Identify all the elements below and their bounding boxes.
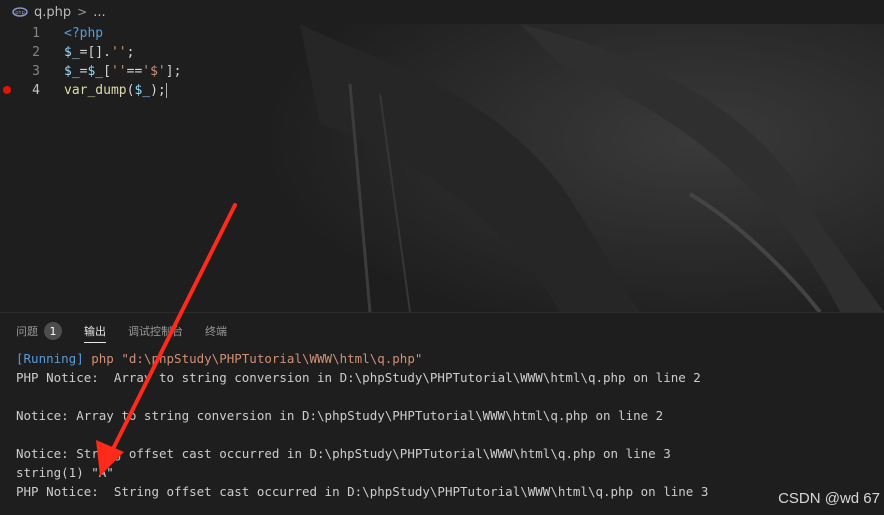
line-number-active: 4: [32, 83, 40, 98]
token-function: var_dump: [64, 83, 127, 98]
watermark: CSDN @wd 67: [778, 490, 880, 507]
token-var: $_: [64, 45, 80, 60]
output-line-running: [Running] php "d:\phpStudy\PHPTutorial\W…: [16, 349, 708, 368]
token-string: '$': [142, 64, 166, 79]
tab-label: 调试控制台: [128, 325, 183, 338]
tab-problems[interactable]: 问题 1: [16, 313, 62, 349]
svg-text:php: php: [15, 10, 25, 16]
token-var: $_: [134, 83, 151, 98]
output-panel: 问题 1 输出 调试控制台 终端 [Running] php "d:\phpSt…: [0, 312, 884, 515]
line-gutter[interactable]: 1 2 3 4: [0, 24, 58, 312]
code-line: $_=[].'';: [64, 43, 181, 62]
tab-label: 终端: [205, 325, 227, 338]
tab-label: 输出: [84, 325, 106, 338]
token-var: $_: [87, 64, 104, 79]
code-editor[interactable]: 1 2 3 4 <?php $_=[].''; $_=$_[''=='$']; …: [0, 24, 884, 312]
code-line-active: var_dump($_);: [64, 81, 181, 100]
editor-background-image: [260, 24, 884, 312]
tab-label: 问题: [16, 325, 38, 338]
output-line: Notice: String offset cast occurred in D…: [16, 446, 671, 461]
tab-terminal[interactable]: 终端: [205, 313, 227, 349]
tab-output[interactable]: 输出: [84, 313, 106, 349]
php-file-icon: php: [12, 7, 28, 17]
line-number: 1: [32, 26, 40, 41]
text-cursor: [165, 83, 167, 98]
token-op: );: [150, 83, 166, 98]
output-line: PHP Notice: Array to string conversion i…: [16, 370, 701, 385]
output-line: PHP Notice: String offset cast occurred …: [16, 484, 709, 499]
run-command: php "d:\phpStudy\PHPTutorial\WWW\html\q.…: [83, 351, 423, 366]
line-number: 3: [32, 64, 40, 79]
token-string: '': [110, 45, 127, 60]
line-number: 2: [32, 45, 40, 60]
token-op: ];: [165, 64, 182, 79]
output-line: Notice: Array to string conversion in D:…: [16, 408, 664, 423]
panel-tabs: 问题 1 输出 调试控制台 终端: [0, 313, 884, 349]
tab-debug-console[interactable]: 调试控制台: [128, 313, 183, 349]
token-string: '': [110, 64, 127, 79]
breadcrumb-more[interactable]: ...: [93, 5, 105, 20]
running-tag: [Running]: [16, 351, 84, 366]
token-op: ;: [126, 45, 135, 60]
token-op: ==: [126, 64, 143, 79]
chevron-right-icon: >: [77, 5, 88, 19]
code-content[interactable]: <?php $_=[].''; $_=$_[''=='$']; var_dump…: [64, 24, 181, 100]
problems-count-badge: 1: [44, 322, 62, 340]
token-op: =[].: [79, 45, 111, 60]
token-op: [: [103, 64, 111, 79]
token-var: $_: [64, 64, 80, 79]
breadcrumb: php q.php > ...: [0, 0, 884, 24]
output-line: string(1) "A": [16, 465, 114, 480]
php-open-tag: <?php: [64, 26, 104, 41]
code-line: $_=$_[''=='$'];: [64, 62, 181, 81]
output-log[interactable]: [Running] php "d:\phpStudy\PHPTutorial\W…: [16, 349, 708, 501]
breadcrumb-file[interactable]: q.php: [34, 5, 71, 20]
code-line: <?php: [64, 24, 181, 43]
